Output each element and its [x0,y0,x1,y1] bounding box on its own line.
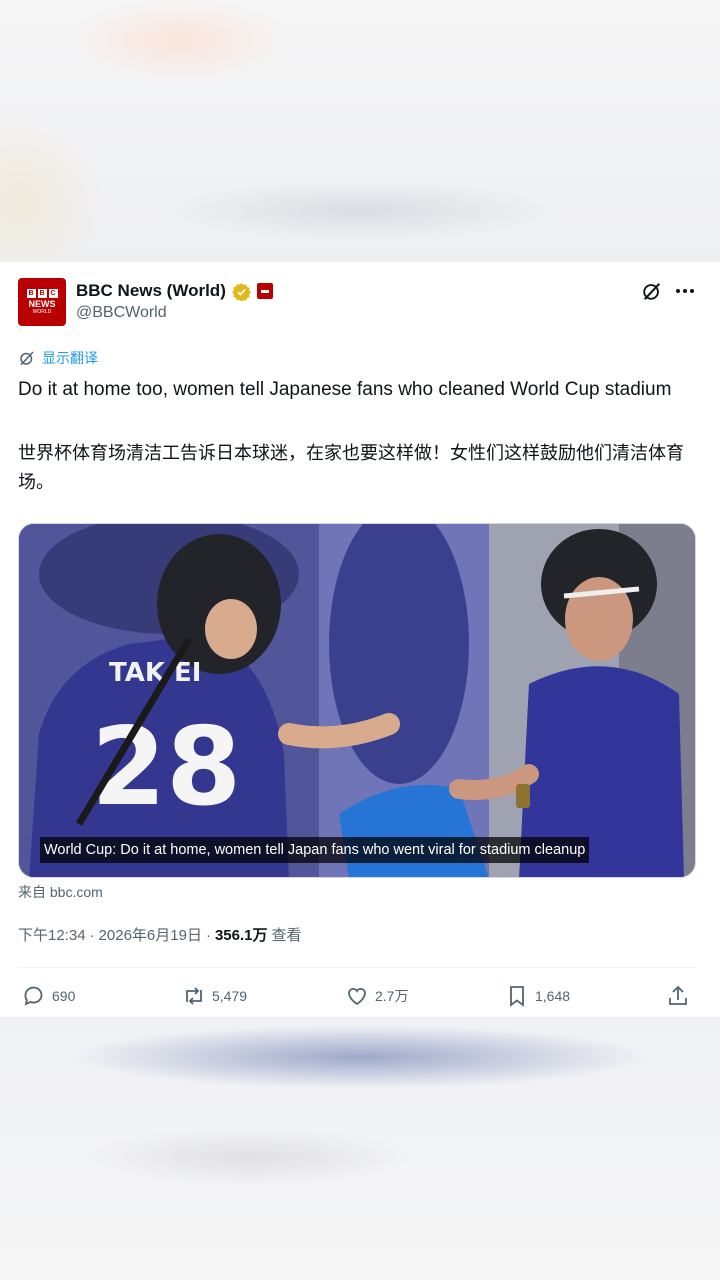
link-source[interactable]: 来自 bbc.com [18,882,103,902]
more-icon[interactable] [674,280,696,302]
tweet-media-photo[interactable]: TAK EI 28 World Cup: Do it at home, wome… [18,523,696,878]
logo-letter: C [48,289,58,298]
tweet-text-english: Do it at home too, women tell Japanese f… [18,379,672,400]
show-translation-link[interactable]: 显示翻译 [18,348,98,368]
author-name-row: BBC News (World) [76,280,273,302]
bookmark-icon [510,986,524,1007]
tweet-date[interactable]: 2026年6月19日 [99,924,202,945]
tweet-time[interactable]: 下午12:34 [18,924,86,945]
avatar[interactable]: B B C NEWS WORLD [18,278,66,326]
tweet-metadata: 下午12:34 · 2026年6月19日 · 356.1万 查看 [18,924,302,945]
meta-separator: · [89,927,95,944]
media-caption: World Cup: Do it at home, women tell Jap… [40,837,590,863]
retweet-count: 5,479 [212,988,248,1004]
share-icon [669,985,687,1005]
bookmark-button[interactable]: 1,648 [505,984,570,1008]
view-count: 356.1万 [214,927,268,944]
reply-count: 690 [52,988,76,1004]
retweet-icon [186,987,202,1005]
divider [18,967,696,968]
retweet-button[interactable]: 5,479 [182,984,247,1008]
verified-badge-icon[interactable] [232,282,251,301]
tweet-card: B B C NEWS WORLD BBC News (World) @BBCWo… [0,262,720,1017]
views-label: 查看 [271,927,302,944]
author-display-name[interactable]: BBC News (World) [76,281,226,301]
logo-letter: B [37,289,47,298]
tweet-text-chinese: 世界杯体育场清洁工告诉日本球迷，在家也要这样做！女性们这样鼓励他们清洁体育场。 [18,443,684,493]
translate-label: 显示翻译 [42,350,98,366]
like-icon [348,987,366,1006]
logo-letter: B [26,289,36,298]
bbc-logo: B B C [26,289,58,298]
share-button[interactable] [666,984,690,1008]
reply-icon [24,986,43,1006]
reply-button[interactable]: 690 [22,984,75,1008]
logo-world: WORLD [32,309,52,315]
photo-illustration: TAK EI 28 [19,524,695,877]
blurred-background-bottom [0,1017,720,1280]
like-button[interactable]: 2.7万 [345,984,408,1008]
logo-news: NEWS [28,299,56,309]
author-handle[interactable]: @BBCWorld [76,304,167,322]
like-count: 2.7万 [375,988,409,1004]
blurred-background-top [0,0,720,262]
bookmark-count: 1,648 [535,988,571,1004]
translate-icon [20,351,34,366]
grok-icon[interactable] [641,280,663,302]
meta-separator: · [205,927,211,944]
affiliate-badge-icon[interactable] [256,283,273,299]
